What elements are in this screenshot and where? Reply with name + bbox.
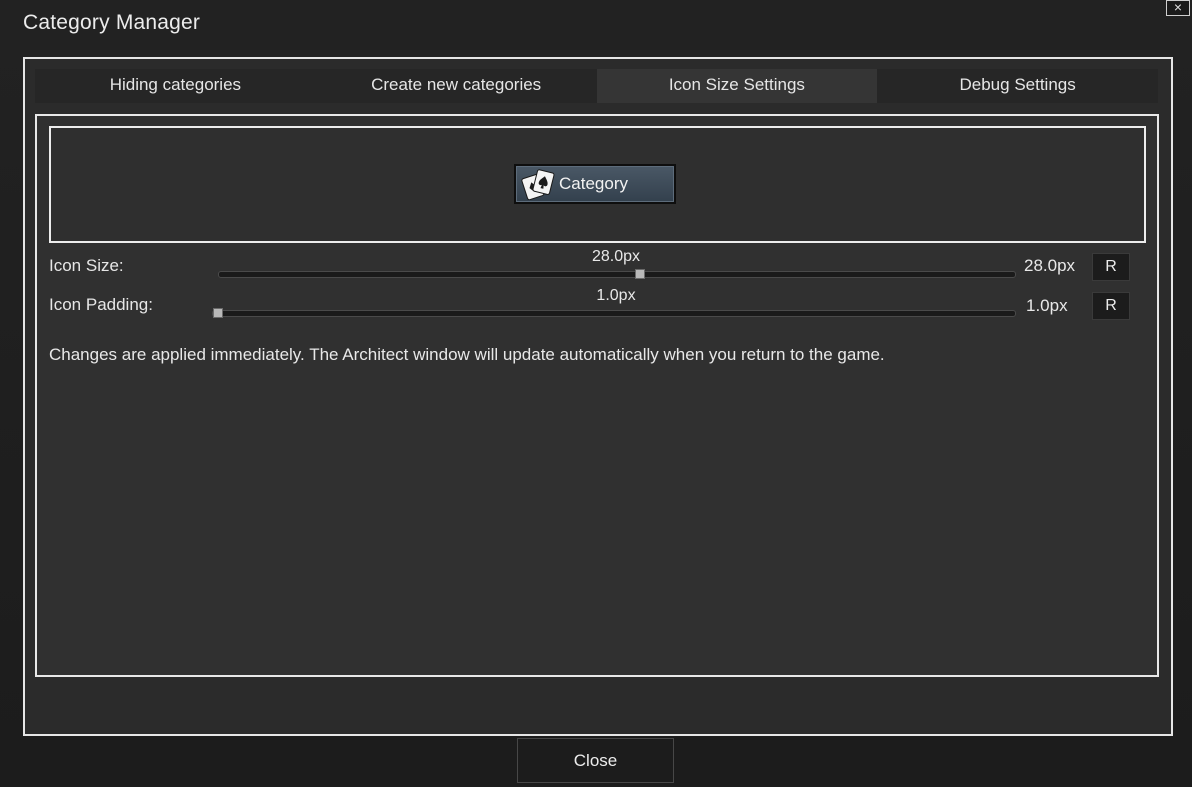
icon-padding-reset-button[interactable]: R <box>1092 292 1130 320</box>
icon-padding-slider-thumb[interactable] <box>213 308 223 318</box>
icon-padding-value: 1.0px <box>1026 296 1068 315</box>
category-button-label: Category <box>559 174 628 193</box>
tab-icon-size-settings[interactable]: Icon Size Settings <box>596 69 878 103</box>
icon-padding-label: Icon Padding: <box>49 295 153 314</box>
window-title: Category Manager <box>23 11 201 34</box>
tab-hiding-categories[interactable]: Hiding categories <box>35 69 316 103</box>
icon-size-slider[interactable] <box>218 271 1016 278</box>
tab-bar: Hiding categories Create new categories … <box>35 69 1158 103</box>
close-icon[interactable]: × <box>1166 0 1190 16</box>
icon-padding-slider[interactable] <box>212 310 1016 317</box>
icon-size-label: Icon Size: <box>49 256 124 275</box>
tab-create-new-categories[interactable]: Create new categories <box>316 69 597 103</box>
icon-size-slider-thumb[interactable] <box>634 269 645 279</box>
icon-padding-slider-value: 1.0px <box>596 287 636 304</box>
icon-size-value: 28.0px <box>1024 256 1076 275</box>
tab-debug-settings[interactable]: Debug Settings <box>877 69 1158 103</box>
icon-size-reset-button[interactable]: R <box>1092 253 1130 281</box>
category-preview-button[interactable]: Category <box>514 164 676 204</box>
close-button[interactable]: Close <box>517 738 674 783</box>
info-message: Changes are applied immediately. The Arc… <box>49 345 885 364</box>
category-manager-window: Category Manager × Hiding categories Cre… <box>0 0 1192 787</box>
playing-cards-icon <box>521 169 555 200</box>
icon-size-slider-value: 28.0px <box>591 248 641 265</box>
